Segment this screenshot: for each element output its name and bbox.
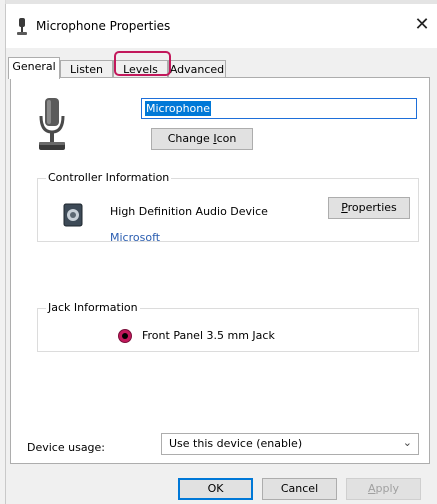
cancel-label: Cancel xyxy=(280,482,319,495)
ok-button[interactable]: OK xyxy=(178,478,253,500)
apply-button[interactable]: Apply xyxy=(346,478,421,500)
ok-label: OK xyxy=(207,482,224,495)
device-name-value: Microphone xyxy=(145,101,212,116)
change-icon-label-start: Change xyxy=(167,132,214,145)
device-usage-value: Use this device (enable) xyxy=(169,437,303,450)
apply-label: pply xyxy=(375,482,400,495)
microphone-device-icon xyxy=(39,98,65,150)
levels-tab-highlight xyxy=(114,51,171,76)
jack-information-group: Jack Information Front Panel 3.5 mm Jack xyxy=(37,301,419,352)
close-button[interactable]: ✕ xyxy=(412,14,432,36)
change-icon-label-end: con xyxy=(216,132,237,145)
cancel-button[interactable]: Cancel xyxy=(262,478,337,500)
tab-advanced[interactable]: Advanced xyxy=(168,60,226,78)
apply-mnemonic: A xyxy=(367,482,376,495)
jack-description: Front Panel 3.5 mm Jack xyxy=(142,329,275,342)
controller-properties-button[interactable]: Properties xyxy=(328,197,410,219)
tab-general[interactable]: General xyxy=(8,57,60,79)
tab-listen-label: Listen xyxy=(70,63,103,76)
microphone-properties-dialog: Microphone Properties ✕ General Listen L… xyxy=(5,4,437,504)
window-title: Microphone Properties xyxy=(36,19,171,33)
device-usage-label: Device usage: xyxy=(27,441,106,454)
microphone-icon xyxy=(17,18,27,35)
controller-group-label: Controller Information xyxy=(46,171,172,185)
change-icon-button[interactable]: Change Icon xyxy=(151,128,253,150)
tab-listen[interactable]: Listen xyxy=(60,60,113,78)
jack-color-indicator-icon xyxy=(118,329,132,343)
device-name-field[interactable]: Microphone xyxy=(141,98,417,119)
controller-name: High Definition Audio Device xyxy=(110,205,268,218)
properties-label: roperties xyxy=(347,201,397,214)
close-icon: ✕ xyxy=(414,14,430,35)
chevron-down-icon: ⌄ xyxy=(402,436,412,449)
title-bar: Microphone Properties ✕ xyxy=(6,4,437,48)
controller-information-group: Controller Information High Definition A… xyxy=(37,171,419,244)
tab-general-label: General xyxy=(12,60,56,73)
device-usage-select[interactable]: Use this device (enable) ⌄ xyxy=(161,433,419,455)
jack-group-label: Jack Information xyxy=(46,301,140,315)
tab-advanced-label: Advanced xyxy=(169,63,225,76)
controller-vendor: Microsoft xyxy=(110,231,161,244)
tab-strip: General Listen Levels Advanced xyxy=(6,48,437,79)
general-tab-panel: Microphone Change Icon Controller Inform… xyxy=(10,77,430,464)
audio-controller-icon xyxy=(63,203,83,227)
